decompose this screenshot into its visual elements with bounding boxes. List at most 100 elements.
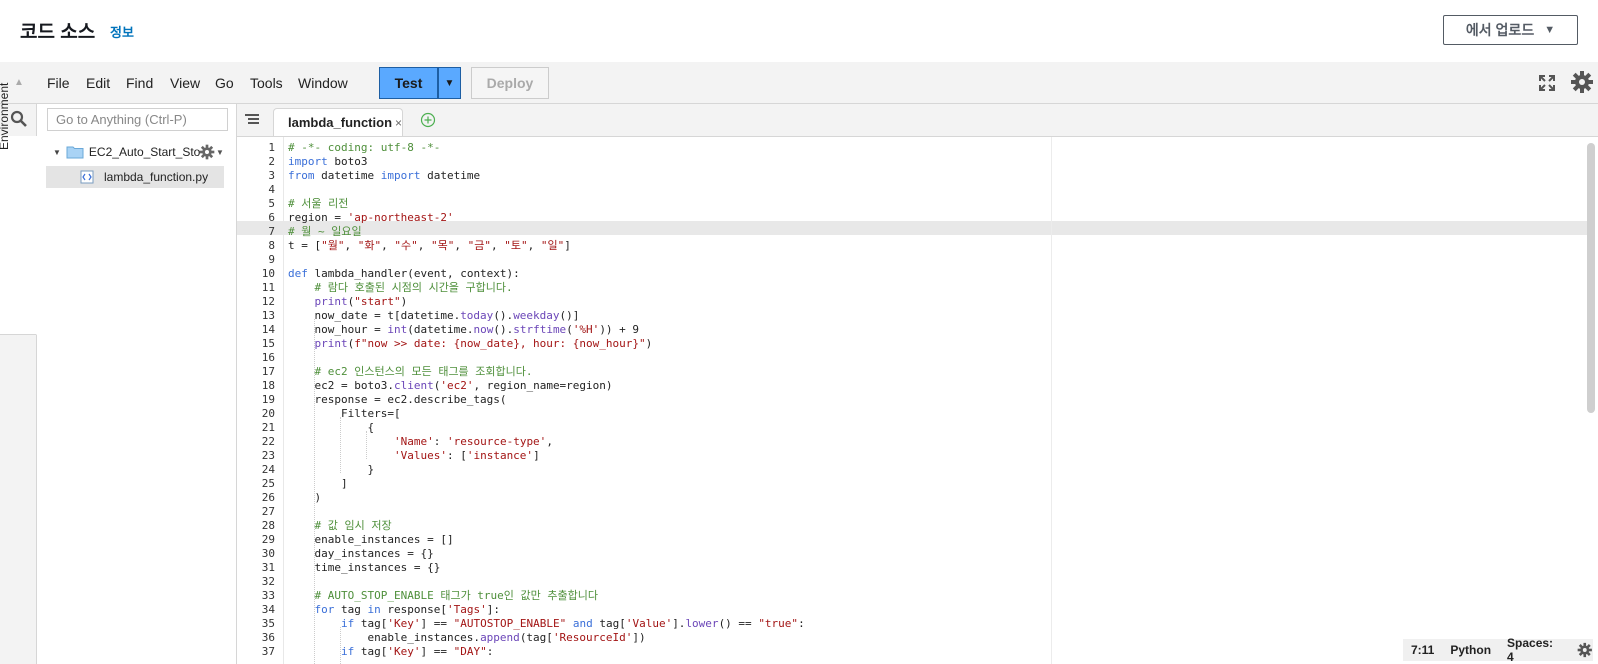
fullscreen-icon[interactable] bbox=[1538, 74, 1556, 92]
language-mode[interactable]: Python bbox=[1450, 643, 1491, 657]
tree-folder[interactable]: ▼ EC2_Auto_Start_Sto bbox=[53, 145, 200, 159]
line-number: 20 bbox=[261, 407, 275, 420]
file-tree-panel: ▼ EC2_Auto_Start_Sto ▼ bbox=[37, 104, 237, 664]
code-line[interactable]: def lambda_handler(event, context): bbox=[288, 267, 520, 281]
gear-icon[interactable] bbox=[1577, 642, 1593, 658]
search-icon[interactable] bbox=[10, 110, 28, 128]
code-line[interactable]: # AUTO_STOP_ENABLE 태그가 true인 값만 추출합니다 bbox=[288, 589, 599, 603]
line-number: 23 bbox=[261, 449, 275, 462]
tab-label: lambda_function bbox=[288, 115, 393, 130]
menu-window[interactable]: Window bbox=[298, 75, 348, 91]
line-number: 21 bbox=[261, 421, 275, 434]
line-number: 2 bbox=[268, 155, 275, 168]
indent-guide bbox=[340, 627, 341, 664]
expand-triangle-icon[interactable]: ▼ bbox=[53, 148, 61, 157]
menu-view[interactable]: View bbox=[170, 75, 200, 91]
code-line[interactable]: ec2 = boto3.client('ec2', region_name=re… bbox=[288, 379, 612, 393]
code-line[interactable]: # 값 임시 저장 bbox=[288, 519, 392, 533]
menu-file[interactable]: File bbox=[47, 75, 70, 91]
code-line[interactable]: 'Name': 'resource-type', bbox=[288, 435, 553, 449]
collapse-up-icon[interactable]: ▲ bbox=[14, 77, 24, 88]
test-button[interactable]: Test bbox=[379, 67, 438, 99]
line-number: 25 bbox=[261, 477, 275, 490]
code-line[interactable]: now_date = t[datetime.today().weekday()] bbox=[288, 309, 579, 323]
line-number: 9 bbox=[268, 253, 275, 266]
deploy-button[interactable]: Deploy bbox=[471, 67, 549, 99]
line-number: 24 bbox=[261, 463, 275, 476]
indent-guide bbox=[314, 319, 315, 664]
code-line[interactable]: Filters=[ bbox=[288, 407, 401, 421]
code-line[interactable]: region = 'ap-northeast-2' bbox=[288, 211, 454, 225]
folder-name: EC2_Auto_Start_Sto bbox=[88, 145, 201, 159]
code-line[interactable]: # 서울 리전 bbox=[288, 197, 348, 211]
line-number: 8 bbox=[268, 239, 275, 252]
code-line[interactable]: import boto3 bbox=[288, 155, 368, 169]
caret-down-icon: ▼ bbox=[216, 147, 224, 157]
code-line[interactable]: { bbox=[288, 421, 374, 435]
close-icon[interactable]: × bbox=[395, 116, 402, 130]
code-line[interactable]: ) bbox=[288, 491, 321, 505]
indent-setting[interactable]: Spaces: 4 bbox=[1507, 636, 1561, 664]
code-content[interactable]: # -*- coding: utf-8 -*- import boto3 from … bbox=[288, 137, 1588, 664]
goto-anything-input[interactable] bbox=[47, 108, 228, 131]
line-number: 32 bbox=[261, 575, 275, 588]
menu-find[interactable]: Find bbox=[126, 75, 153, 91]
code-line[interactable]: from datetime import datetime bbox=[288, 169, 480, 183]
code-line[interactable]: for tag in response['Tags']: bbox=[288, 603, 500, 617]
line-number: 29 bbox=[261, 533, 275, 546]
code-line[interactable]: if tag['Key'] == "DAY": bbox=[288, 645, 493, 659]
code-line[interactable]: # -*- coding: utf-8 -*- bbox=[288, 141, 440, 155]
upload-from-button[interactable]: 에서 업로드 ▼ bbox=[1443, 15, 1578, 45]
line-number: 26 bbox=[261, 491, 275, 504]
info-link[interactable]: 정보 bbox=[110, 22, 134, 41]
folder-settings[interactable]: ▼ bbox=[199, 144, 224, 160]
code-line[interactable]: # 람다 호출된 시점의 시간을 구합니다. bbox=[288, 281, 513, 295]
caret-down-icon: ▼ bbox=[1544, 24, 1556, 36]
code-line[interactable]: day_instances = {} bbox=[288, 547, 433, 561]
menu-go[interactable]: Go bbox=[215, 75, 234, 91]
line-number: 27 bbox=[261, 505, 275, 518]
tree-file-lambda[interactable]: lambda_function.py bbox=[46, 166, 224, 188]
tab-list-icon[interactable] bbox=[245, 113, 259, 126]
line-number: 22 bbox=[261, 435, 275, 448]
code-line[interactable]: enable_instances.append(tag['ResourceId'… bbox=[288, 631, 645, 645]
line-number: 35 bbox=[261, 617, 275, 630]
code-line[interactable]: time_instances = {} bbox=[288, 561, 440, 575]
file-name: lambda_function.py bbox=[104, 170, 209, 184]
line-number: 19 bbox=[261, 393, 275, 406]
editor-tab-strip: lambda_function × bbox=[237, 104, 1598, 137]
environment-label: Environment bbox=[0, 82, 11, 150]
code-line[interactable]: print(f"now >> date: {now_date}, hour: {… bbox=[288, 337, 653, 351]
tab-lambda-function[interactable]: lambda_function × bbox=[273, 108, 403, 136]
line-number: 13 bbox=[261, 309, 275, 322]
line-number: 37 bbox=[261, 645, 275, 658]
code-line[interactable]: 'Values': ['instance'] bbox=[288, 449, 540, 463]
test-button-group: Test ▼ bbox=[379, 67, 461, 99]
test-options-dropdown[interactable]: ▼ bbox=[438, 67, 461, 99]
vertical-scrollbar[interactable] bbox=[1587, 143, 1595, 413]
code-line[interactable]: enable_instances = [] bbox=[288, 533, 453, 547]
code-line[interactable]: print("start") bbox=[288, 295, 408, 309]
menu-edit[interactable]: Edit bbox=[86, 75, 110, 91]
gear-icon[interactable] bbox=[1570, 70, 1594, 94]
line-number-gutter: 1 2 3 4 5 6 7 8 9 10 11 12 13 14 15 16 17 18 19 20 21 22 23 24 2… bbox=[237, 137, 284, 664]
code-line[interactable]: if tag['Key'] == "AUTOSTOP_ENABLE" and t… bbox=[288, 617, 805, 631]
code-line[interactable]: now_hour = int(datetime.now().strftime('… bbox=[288, 323, 639, 337]
line-number: 33 bbox=[261, 589, 275, 602]
add-tab-icon[interactable] bbox=[420, 112, 436, 128]
code-editor[interactable]: 1 2 3 4 5 6 7 8 9 10 11 12 13 14 15 16 17 18 19 20 21 22 23 24 2… bbox=[237, 137, 1598, 664]
line-number: 31 bbox=[261, 561, 275, 574]
code-line[interactable]: } bbox=[288, 463, 374, 477]
code-line[interactable]: # 월 ~ 일요일 bbox=[288, 225, 362, 239]
environment-tab[interactable]: Environment bbox=[0, 83, 37, 335]
code-line[interactable]: ] bbox=[288, 477, 348, 491]
line-number: 18 bbox=[261, 379, 275, 392]
code-line[interactable]: # ec2 인스턴스의 모든 태그를 조회합니다. bbox=[288, 365, 533, 379]
ide-menubar: ▲ File Edit Find View Go Tools Window Te… bbox=[0, 62, 1598, 104]
code-line[interactable]: t = ["월", "화", "수", "목", "금", "토", "일"] bbox=[288, 239, 571, 253]
line-number: 12 bbox=[261, 295, 275, 308]
cursor-position[interactable]: 7:11 bbox=[1411, 643, 1434, 657]
line-number: 3 bbox=[268, 169, 275, 182]
menu-tools[interactable]: Tools bbox=[250, 75, 283, 91]
code-line[interactable]: response = ec2.describe_tags( bbox=[288, 393, 506, 407]
